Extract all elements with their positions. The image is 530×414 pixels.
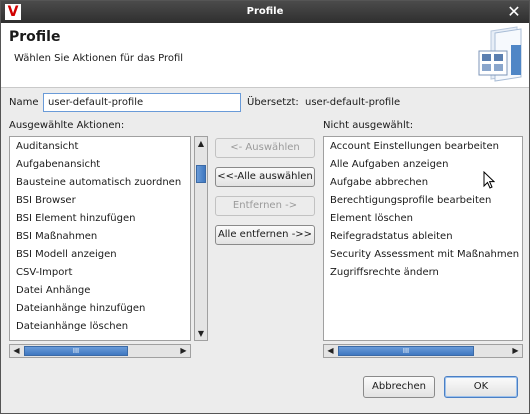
scroll-left-icon[interactable]: ◀ bbox=[10, 345, 23, 357]
selected-list-vertical-scrollbar[interactable]: ▲ ▼ bbox=[194, 136, 208, 341]
list-item[interactable]: Security Assessment mit Maßnahmen hi bbox=[324, 246, 522, 264]
list-item[interactable]: BSI Maßnahmen bbox=[10, 228, 190, 246]
select-button[interactable]: <- Auswählen bbox=[215, 138, 315, 158]
scrollbar-thumb[interactable] bbox=[196, 165, 206, 183]
name-label: Name bbox=[9, 97, 39, 108]
list-item[interactable]: Account Einstellungen bearbeiten bbox=[324, 138, 522, 156]
remove-all-button[interactable]: Alle entfernen ->> bbox=[215, 225, 315, 245]
dialog-header: Profile Wählen Sie Aktionen für das Prof… bbox=[1, 23, 529, 88]
list-item[interactable]: Bausteine automatisch zuordnen bbox=[10, 174, 190, 192]
selected-actions-label: Ausgewählte Aktionen: bbox=[9, 120, 125, 131]
scroll-down-icon[interactable]: ▼ bbox=[195, 327, 207, 340]
scroll-right-icon[interactable]: ▶ bbox=[177, 345, 190, 357]
scroll-up-icon[interactable]: ▲ bbox=[195, 137, 207, 150]
page-subtitle: Wählen Sie Aktionen für das Profil bbox=[14, 53, 184, 64]
ok-button[interactable]: OK bbox=[444, 376, 518, 398]
list-item[interactable]: Berechtigungsprofile bearbeiten bbox=[324, 192, 522, 210]
window-title: Profile bbox=[246, 6, 284, 17]
scroll-right-icon[interactable]: ▶ bbox=[509, 345, 522, 357]
profile-dialog: V Profile ✕ Profile Wählen Sie Aktionen … bbox=[0, 0, 530, 414]
list-item[interactable]: Dateianhänge hinzufügen bbox=[10, 300, 190, 318]
list-item[interactable]: BSI Modell anzeigen bbox=[10, 246, 190, 264]
list-item[interactable]: Zugriffsrechte ändern bbox=[324, 264, 522, 282]
page-title: Profile bbox=[9, 29, 61, 45]
name-field[interactable]: user-default-profile bbox=[43, 93, 241, 112]
remove-button[interactable]: Entfernen -> bbox=[215, 196, 315, 216]
list-item[interactable]: Datei Anhänge bbox=[10, 282, 190, 300]
title-bar[interactable]: V Profile ✕ bbox=[1, 1, 529, 23]
list-item[interactable]: Reifegradstatus ableiten bbox=[324, 228, 522, 246]
close-icon[interactable]: ✕ bbox=[505, 3, 523, 21]
scroll-left-icon[interactable]: ◀ bbox=[324, 345, 337, 357]
list-item[interactable]: CSV-Import bbox=[10, 264, 190, 282]
scrollbar-thumb[interactable]: III bbox=[338, 346, 474, 356]
unselected-actions-label: Nicht ausgewählt: bbox=[323, 120, 414, 131]
list-item[interactable]: BSI Browser bbox=[10, 192, 190, 210]
profile-banner-icon bbox=[478, 26, 522, 82]
translated-label: Übersetzt: bbox=[247, 97, 299, 108]
select-all-button[interactable]: <<-Alle auswählen bbox=[215, 167, 315, 187]
mouse-cursor-icon bbox=[483, 171, 495, 189]
selected-list-horizontal-scrollbar[interactable]: ◀ III ▶ bbox=[9, 344, 191, 358]
scrollbar-thumb[interactable]: III bbox=[24, 346, 128, 356]
list-item[interactable]: BSI Element hinzufügen bbox=[10, 210, 190, 228]
list-item[interactable]: Auditansicht bbox=[10, 138, 190, 156]
unselected-actions-list[interactable]: Account Einstellungen bearbeiten Alle Au… bbox=[323, 136, 523, 341]
list-item[interactable]: Aufgabenansicht bbox=[10, 156, 190, 174]
list-item[interactable]: Element löschen bbox=[324, 210, 522, 228]
translated-value: user-default-profile bbox=[305, 97, 401, 108]
cancel-button[interactable]: Abbrechen bbox=[363, 376, 435, 398]
selected-actions-list[interactable]: Auditansicht Aufgabenansicht Bausteine a… bbox=[9, 136, 191, 341]
list-item[interactable]: Dateianhänge löschen bbox=[10, 318, 190, 336]
unselected-list-horizontal-scrollbar[interactable]: ◀ III ▶ bbox=[323, 344, 523, 358]
